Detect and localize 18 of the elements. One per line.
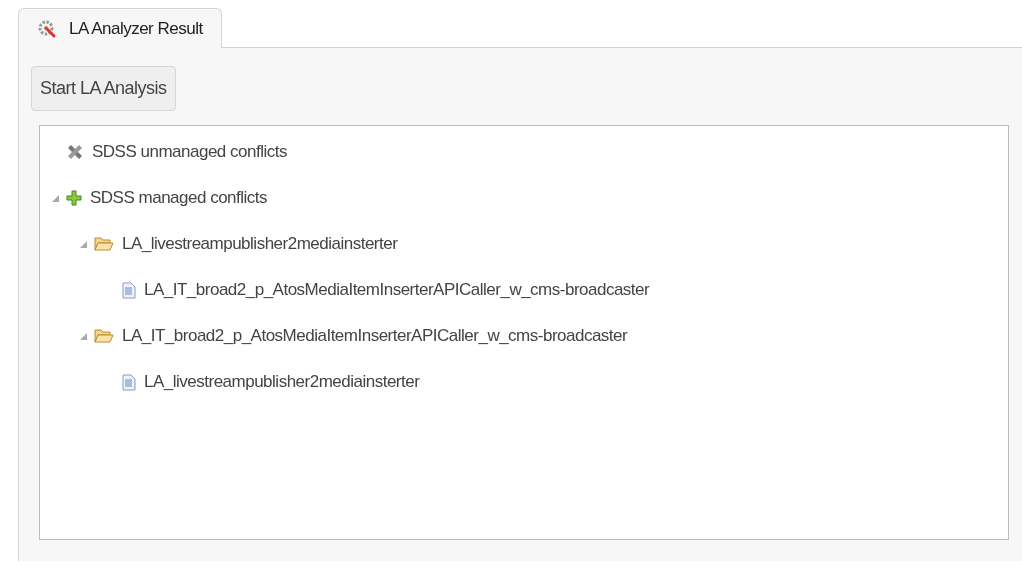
gear-wrench-icon xyxy=(37,18,57,39)
tools-cross-icon xyxy=(66,143,84,161)
expanded-arrow-icon[interactable] xyxy=(79,332,87,340)
expanded-arrow-icon[interactable] xyxy=(79,240,87,248)
tree-item-label[interactable]: SDSS unmanaged conflicts xyxy=(92,139,287,165)
tree-item-label[interactable]: SDSS managed conflicts xyxy=(90,185,268,211)
document-icon xyxy=(122,373,136,391)
tree-item-label[interactable]: LA_IT_broad2_p_AtosMediaItemInserterAPICaller_w_cms-broadcaster xyxy=(144,277,650,303)
tree-item-label[interactable]: LA_IT_broad2_p_AtosMediaItemInserterAPICaller_w_cms-broadcaster xyxy=(122,323,628,349)
open-folder-icon xyxy=(94,328,114,344)
document-icon xyxy=(122,281,136,299)
plus-icon xyxy=(66,190,82,206)
start-analysis-button[interactable]: Start LA Analysis xyxy=(31,66,176,111)
tree-item-label[interactable]: LA_livestreampublisher2mediainsterter xyxy=(144,369,420,395)
tree-item-label[interactable]: LA_livestreampublisher2mediainsterter xyxy=(122,231,398,257)
open-folder-icon xyxy=(94,236,114,252)
tab[interactable]: LA Analyzer Result xyxy=(18,8,222,48)
expanded-arrow-icon[interactable] xyxy=(51,194,59,202)
